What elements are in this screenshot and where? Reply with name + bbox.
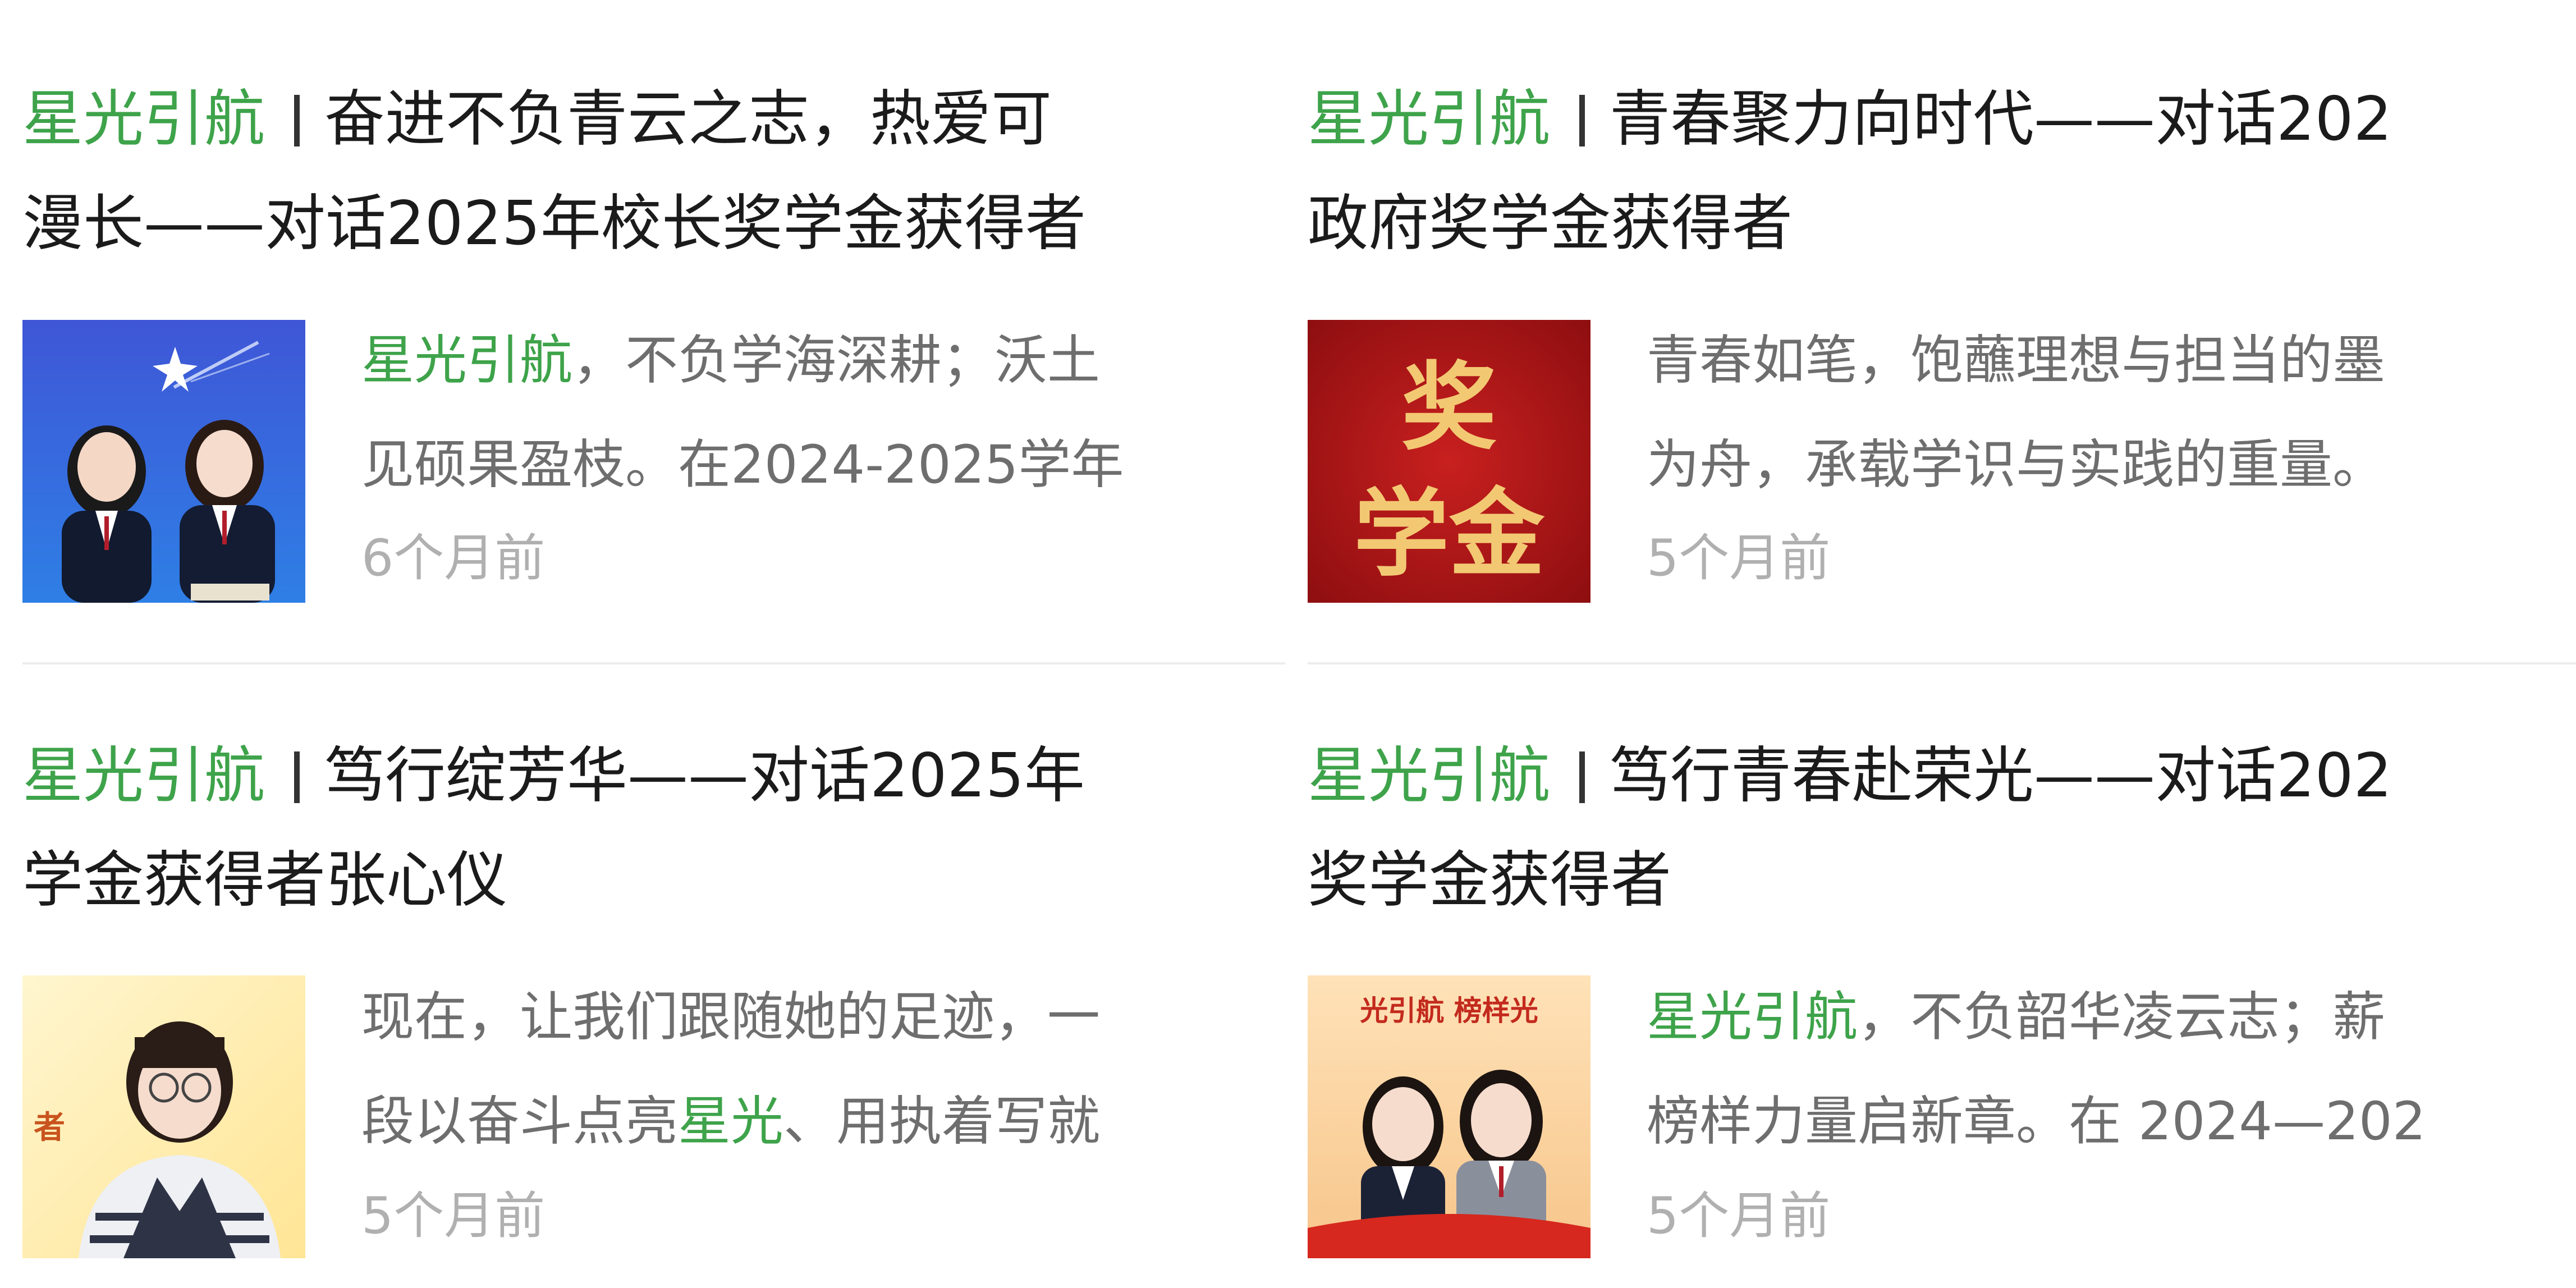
article-thumbnail[interactable]: 奖 学金 bbox=[1308, 320, 1590, 603]
summary-line: 为舟，承载学识与实践的重量。 bbox=[1647, 434, 2386, 496]
summary-highlight: 星光引航 bbox=[1647, 987, 1858, 1048]
thumbnail-text: 奖 bbox=[1401, 351, 1497, 464]
article-card[interactable]: 星光引航 笃行绽芳华——对话2025年 学金获得者张心仪 者 现在，让我们跟随她… bbox=[22, 724, 1285, 1288]
thumbnail-graphic bbox=[22, 320, 305, 603]
title-separator bbox=[1579, 751, 1585, 803]
summary-line: 星光引航，不负韶华凌云志；薪 bbox=[1647, 965, 2576, 1070]
article-card[interactable]: 星光引航 奋进不负青云之志，热爱可 漫长——对话2025年校长奖学金获得者 星光… bbox=[22, 67, 1285, 662]
publish-time: 5个月前 bbox=[1647, 1186, 1831, 1245]
title-line: 漫长——对话2025年校长奖学金获得者 bbox=[22, 189, 1086, 259]
column-tag: 星光引航 bbox=[22, 84, 265, 154]
thumbnail-text: 光引航 榜样光 bbox=[1360, 994, 1538, 1027]
title-text: 笃行青春赴荣光——对话202 bbox=[1610, 741, 2392, 811]
title-separator bbox=[294, 751, 300, 803]
summary-line: 星光引航，不负学海深耕；沃土 bbox=[361, 309, 1285, 413]
article-summary: 现在，让我们跟随她的足迹，一 段以奋斗点亮星光、用执着写就 bbox=[361, 965, 1285, 1174]
summary-text: ，不负韶华凌云志；薪 bbox=[1858, 987, 2386, 1048]
publish-time: 5个月前 bbox=[361, 1186, 546, 1245]
column-tag: 星光引航 bbox=[1308, 741, 1551, 811]
title-separator bbox=[1579, 95, 1585, 146]
article-title[interactable]: 星光引航 奋进不负青云之志，热爱可 漫长——对话2025年校长奖学金获得者 bbox=[22, 67, 1285, 276]
divider bbox=[1308, 662, 2576, 664]
summary-line: 现在，让我们跟随她的足迹，一 bbox=[361, 987, 1101, 1048]
title-text: 笃行绽芳华——对话2025年 bbox=[324, 741, 1085, 811]
article-summary: 星光引航，不负韶华凌云志；薪 榜样力量启新章。在 2024—202 bbox=[1647, 965, 2576, 1174]
summary-line: 段以奋斗点亮星光、用执着写就 bbox=[361, 1070, 1285, 1174]
title-line: 星光引航 笃行绽芳华——对话2025年 bbox=[22, 724, 1285, 828]
article-title[interactable]: 星光引航 笃行绽芳华——对话2025年 学金获得者张心仪 bbox=[22, 724, 1285, 933]
title-line: 奖学金获得者 bbox=[1308, 845, 1672, 915]
publish-time: 5个月前 bbox=[1647, 529, 1831, 588]
article-title[interactable]: 星光引航 笃行青春赴荣光——对话202 奖学金获得者 bbox=[1308, 724, 2576, 933]
article-thumbnail[interactable] bbox=[22, 320, 305, 603]
article-title[interactable]: 星光引航 青春聚力向时代——对话202 政府奖学金获得者 bbox=[1308, 67, 2576, 276]
summary-highlight: 星光引航 bbox=[361, 330, 573, 391]
summary-text: ，不负学海深耕；沃土 bbox=[572, 330, 1101, 391]
title-text: 奋进不负青云之志，热爱可 bbox=[324, 84, 1052, 154]
column-tag: 星光引航 bbox=[1308, 84, 1551, 154]
title-line: 星光引航 青春聚力向时代——对话202 bbox=[1308, 67, 2576, 172]
thumbnail-text: 学金 bbox=[1354, 478, 1545, 590]
article-card[interactable]: 星光引航 笃行青春赴荣光——对话202 奖学金获得者 光引航 榜样光 星光引航，… bbox=[1308, 724, 2576, 1288]
thumbnail-graphic: 者 bbox=[22, 975, 305, 1258]
publish-time: 6个月前 bbox=[361, 529, 546, 588]
column-tag: 星光引航 bbox=[22, 741, 265, 811]
summary-line: 青春如笔，饱蘸理想与担当的墨 bbox=[1647, 330, 2386, 391]
article-feed: 星光引航 奋进不负青云之志，热爱可 漫长——对话2025年校长奖学金获得者 星光… bbox=[0, 0, 2576, 1288]
title-line: 学金获得者张心仪 bbox=[22, 845, 508, 915]
article-thumbnail[interactable]: 光引航 榜样光 bbox=[1308, 975, 1590, 1258]
title-line: 星光引航 奋进不负青云之志，热爱可 bbox=[22, 67, 1285, 172]
thumbnail-text: 者 bbox=[34, 1109, 65, 1146]
summary-text: 、用执着写就 bbox=[783, 1091, 1101, 1152]
title-separator bbox=[294, 95, 300, 146]
article-summary: 青春如笔，饱蘸理想与担当的墨 为舟，承载学识与实践的重量。 bbox=[1647, 309, 2576, 517]
thumbnail-graphic: 奖 学金 bbox=[1308, 320, 1590, 603]
article-summary: 星光引航，不负学海深耕；沃土 见硕果盈枝。在2024-2025学年 bbox=[361, 309, 1285, 517]
title-text: 青春聚力向时代——对话202 bbox=[1610, 84, 2392, 154]
summary-line: 见硕果盈枝。在2024-2025学年 bbox=[361, 434, 1124, 496]
title-line: 政府奖学金获得者 bbox=[1308, 189, 1793, 259]
article-card[interactable]: 星光引航 青春聚力向时代——对话202 政府奖学金获得者 奖 学金 青春如笔，饱蘸… bbox=[1308, 67, 2576, 662]
thumbnail-graphic: 光引航 榜样光 bbox=[1308, 975, 1590, 1258]
title-line: 星光引航 笃行青春赴荣光——对话202 bbox=[1308, 724, 2576, 828]
article-thumbnail[interactable]: 者 bbox=[22, 975, 305, 1258]
divider bbox=[22, 662, 1285, 664]
summary-line: 榜样力量启新章。在 2024—202 bbox=[1647, 1091, 2426, 1152]
summary-highlight: 星光 bbox=[678, 1091, 784, 1152]
summary-text: 段以奋斗点亮 bbox=[361, 1091, 679, 1152]
